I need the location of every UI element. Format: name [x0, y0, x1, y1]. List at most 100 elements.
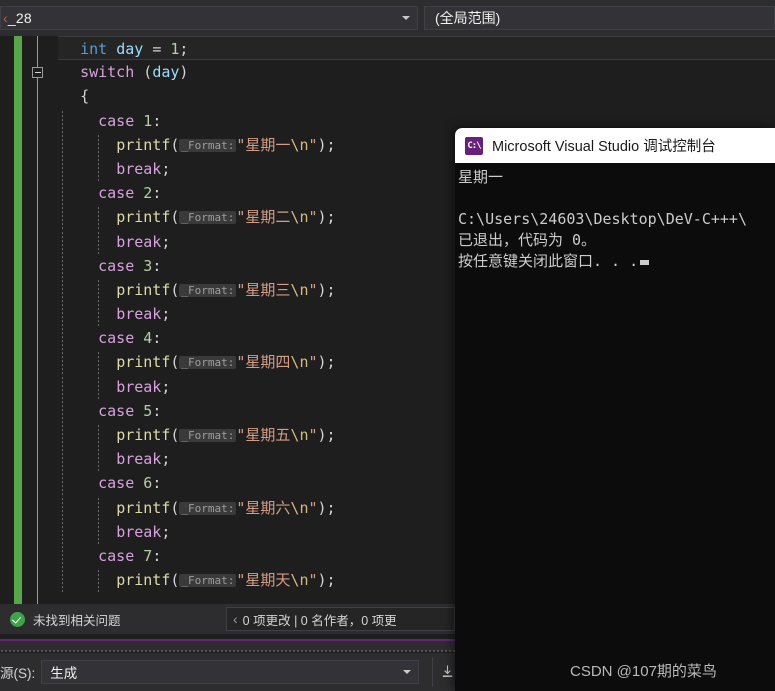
scope-dropdown[interactable]: (全局范围) [424, 6, 775, 30]
code-lens-history-label: 0 项更改 | 0 名作者，0 项更 [242, 613, 397, 628]
code-token: : [152, 111, 162, 130]
code-token: ); [317, 280, 336, 299]
inline-parameter-hint[interactable]: _Format: [179, 356, 237, 370]
chevron-down-icon[interactable] [403, 670, 412, 674]
code-token: \n [290, 498, 309, 517]
code-token: break [116, 450, 162, 469]
indent-guide [62, 205, 63, 230]
console-output[interactable]: 星期一 C:\Users\24603\Desktop\DeV-C+++\ 已退出，… [455, 163, 775, 272]
indent-guide [62, 495, 63, 520]
issue-status[interactable]: 未找到相关问题 [0, 604, 226, 634]
code-token: " [308, 426, 318, 444]
indent-guide [98, 350, 99, 375]
console-cursor [640, 260, 650, 265]
code-token: break [116, 159, 162, 178]
inline-parameter-hint[interactable]: _Format: [179, 429, 237, 442]
code-token: "星期四 [236, 353, 291, 372]
inline-parameter-hint[interactable]: _Format: [179, 501, 237, 515]
code-line[interactable]: switch (day) [58, 60, 775, 84]
inline-parameter-hint[interactable]: _Format: [179, 283, 237, 297]
code-token: int [80, 40, 108, 58]
indent-guide [98, 205, 99, 230]
code-line[interactable]: { [58, 84, 775, 108]
code-token: ; [179, 40, 189, 58]
code-token: ); [317, 571, 336, 590]
toolbar-separator [432, 657, 433, 687]
code-token: ; [161, 232, 171, 251]
indent-guide [98, 423, 99, 448]
code-token: printf [116, 353, 171, 372]
indent-guide [62, 302, 63, 327]
code-token: case [98, 329, 135, 348]
code-token: " [308, 280, 318, 299]
collapse-region-button[interactable] [32, 67, 43, 78]
source-label: 源(S): [0, 666, 36, 681]
code-token: 2 [143, 184, 153, 203]
code-token: printf [116, 208, 171, 227]
issue-status-label: 未找到相关问题 [33, 613, 121, 628]
code-token: ); [317, 208, 336, 227]
change-tracking-bar [14, 36, 22, 604]
indent-guide [62, 156, 63, 182]
code-token: : [152, 546, 162, 565]
code-token: printf [116, 135, 171, 154]
visual-studio-console-icon: C:\ [465, 136, 483, 155]
code-token: 1 [143, 111, 153, 130]
inline-parameter-hint[interactable]: _Format: [179, 138, 237, 152]
code-token: \n [290, 280, 309, 299]
indent-guide [62, 277, 63, 303]
source-dropdown[interactable]: 生成 [41, 660, 420, 684]
code-token: 7 [143, 546, 153, 565]
code-token: = [152, 40, 162, 58]
chevron-left-icon[interactable]: ‹ [233, 611, 238, 627]
member-dropdown[interactable]: ‹_28 [0, 6, 418, 30]
inline-parameter-hint[interactable]: _Format: [179, 211, 237, 225]
vs-window: ‹_28 (全局范围) int day = 1; switch (day) { … [0, 0, 775, 691]
inline-parameter-hint[interactable]: _Format: [179, 574, 237, 588]
code-lens-history[interactable]: ‹ 0 项更改 | 0 名作者，0 项更 [226, 607, 455, 631]
source-dropdown-value: 生成 [50, 666, 78, 681]
code-token: ; [161, 305, 171, 324]
code-token: \n [290, 426, 309, 444]
indent-guide [62, 253, 63, 278]
code-token: printf [116, 426, 171, 444]
debug-console-window[interactable]: C:\ Microsoft Visual Studio 调试控制台 星期一 C:… [455, 128, 775, 691]
code-token: { [80, 87, 90, 106]
code-token: case [98, 184, 135, 203]
code-line[interactable]: int day = 1; [58, 36, 775, 61]
save-to-file-icon[interactable] [440, 664, 455, 680]
chevron-down-icon[interactable] [402, 16, 410, 20]
fold-guide-line [37, 78, 38, 604]
console-line: 星期一 [458, 168, 504, 186]
code-token: break [116, 305, 162, 324]
code-token: break [116, 377, 162, 396]
code-token: printf [116, 498, 171, 517]
indent-guide [98, 447, 99, 472]
indent-guide [62, 471, 63, 496]
console-title-text: Microsoft Visual Studio 调试控制台 [492, 139, 716, 155]
console-title-bar[interactable]: C:\ Microsoft Visual Studio 调试控制台 [455, 128, 775, 163]
indent-guide [98, 277, 99, 303]
code-token: " [308, 208, 318, 227]
indent-guide [98, 568, 99, 593]
code-token: 6 [143, 474, 153, 493]
code-token: ; [161, 450, 171, 469]
console-line: 已退出，代码为 0。 [458, 231, 597, 249]
